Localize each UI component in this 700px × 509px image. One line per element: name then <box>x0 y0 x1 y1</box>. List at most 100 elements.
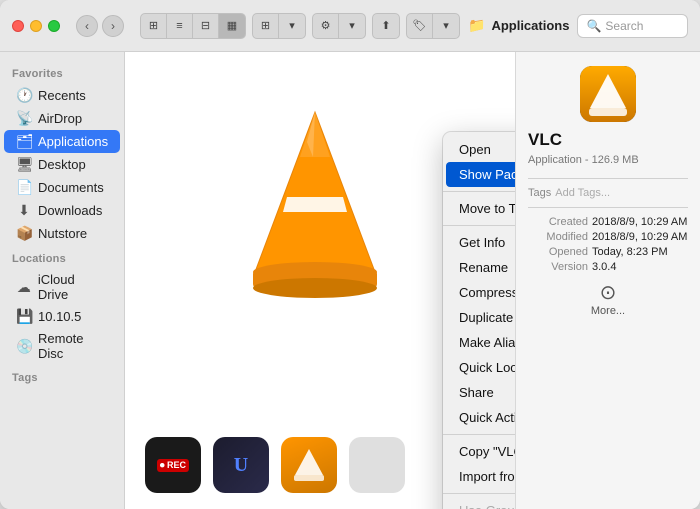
ctx-divider-1 <box>443 191 515 192</box>
version-value: 3.0.4 <box>592 261 688 273</box>
sidebar-label-icloud: iCloud Drive <box>38 272 108 302</box>
file-area: ⏺ REC U Open Show P <box>125 52 515 509</box>
app-icon-large <box>580 66 636 122</box>
desktop-icon: 🖥 <box>16 156 32 173</box>
version-label: Version <box>528 261 588 273</box>
tags-add-btn[interactable]: Add Tags... <box>555 187 610 199</box>
sidebar-item-documents[interactable]: 📄 Documents <box>4 176 120 199</box>
arrange-btn[interactable]: ⊞ <box>253 14 279 38</box>
drive-icon: 💾 <box>16 308 32 325</box>
close-button[interactable] <box>12 20 24 32</box>
title-area: 📁 Applications <box>468 17 569 34</box>
sidebar-label-desktop: Desktop <box>38 157 86 172</box>
ctx-copy[interactable]: Copy "VLC" <box>443 439 515 464</box>
vlc-app-icon[interactable] <box>281 437 337 493</box>
toolbar-icons: ⊞ ≡ ⊟ ▦ ⊞ ▾ ⚙ ▾ ⬆ 🏷 ▾ <box>140 13 460 39</box>
fullscreen-button[interactable] <box>48 20 60 32</box>
ctx-quick-actions[interactable]: Quick Actions ▶ <box>443 405 515 430</box>
gallery-view-btn[interactable]: ▦ <box>219 14 245 38</box>
info-divider-1 <box>528 178 688 179</box>
back-button[interactable]: ‹ <box>76 15 98 37</box>
minimize-button[interactable] <box>30 20 42 32</box>
share-btn-group: ⬆ <box>372 13 400 39</box>
tag-dropdown[interactable]: ▾ <box>433 14 459 38</box>
sidebar-label-documents: Documents <box>38 180 104 195</box>
list-view-btn[interactable]: ≡ <box>167 14 193 38</box>
vlc-cone-large <box>235 102 395 305</box>
opened-row: Opened Today, 8:23 PM <box>528 246 688 258</box>
sidebar-item-desktop[interactable]: 🖥 Desktop <box>4 153 120 176</box>
applications-icon: 🗂 <box>16 133 32 150</box>
rec-app-icon[interactable]: ⏺ REC <box>145 437 201 493</box>
ctx-rename[interactable]: Rename <box>443 255 515 280</box>
column-view-btn[interactable]: ⊟ <box>193 14 219 38</box>
more-label: More... <box>591 305 625 317</box>
sidebar-label-remote-disc: Remote Disc <box>38 331 108 361</box>
created-value: 2018/8/9, 10:29 AM <box>592 216 688 228</box>
context-menu: Open Show Package Contents Move to Trash… <box>443 132 515 509</box>
sidebar-item-10105[interactable]: 💾 10.10.5 <box>4 305 120 328</box>
opened-value: Today, 8:23 PM <box>592 246 688 258</box>
sidebar-item-airdrop[interactable]: 📡 AirDrop <box>4 107 120 130</box>
recents-icon: 🕐 <box>16 87 32 104</box>
tags-row: Tags Add Tags... <box>528 187 688 199</box>
locations-label: Locations <box>0 245 124 269</box>
created-row: Created 2018/8/9, 10:29 AM <box>528 216 688 228</box>
main-area: Favorites 🕐 Recents 📡 AirDrop 🗂 Applicat… <box>0 52 700 509</box>
info-panel: VLC Application - 126.9 MB Tags Add Tags… <box>515 52 700 509</box>
sidebar-label-applications: Applications <box>38 134 108 149</box>
downloads-icon: ⬇ <box>16 202 32 219</box>
group-btn: ⊞ ▾ <box>252 13 306 39</box>
action-btn: ⚙ ▾ <box>312 13 366 39</box>
nutstore-icon: 📦 <box>16 225 32 242</box>
modified-value: 2018/8/9, 10:29 AM <box>592 231 688 243</box>
tag-icon[interactable]: 🏷 <box>407 14 433 38</box>
ctx-show-package[interactable]: Show Package Contents <box>446 162 515 187</box>
ctx-share[interactable]: Share ▶ <box>443 380 515 405</box>
ctx-open[interactable]: Open <box>443 137 515 162</box>
search-box[interactable]: 🔍 Search <box>577 14 688 38</box>
arrange-dropdown[interactable]: ▾ <box>279 14 305 38</box>
disc-icon: 💿 <box>16 338 32 355</box>
sidebar-item-downloads[interactable]: ⬇ Downloads <box>4 199 120 222</box>
tags-section-label: Tags <box>528 187 551 199</box>
sidebar-label-nutstore: Nutstore <box>38 226 87 241</box>
view-group: ⊞ ≡ ⊟ ▦ <box>140 13 246 39</box>
sidebar: Favorites 🕐 Recents 📡 AirDrop 🗂 Applicat… <box>0 52 125 509</box>
icon-view-btn[interactable]: ⊞ <box>141 14 167 38</box>
sidebar-item-applications[interactable]: 🗂 Applications <box>4 130 120 153</box>
forward-button[interactable]: › <box>102 15 124 37</box>
ctx-quick-look[interactable]: Quick Look "VLC" <box>443 355 515 380</box>
ctx-import-iphone[interactable]: Import from iPhone or iPad ▶ <box>443 464 515 489</box>
ctx-make-alias[interactable]: Make Alias <box>443 330 515 355</box>
sidebar-item-recents[interactable]: 🕐 Recents <box>4 84 120 107</box>
search-placeholder: Search <box>605 19 643 33</box>
search-icon: 🔍 <box>586 19 601 33</box>
airdrop-icon: 📡 <box>16 110 32 127</box>
gear-dropdown[interactable]: ▾ <box>339 14 365 38</box>
ctx-divider-2 <box>443 225 515 226</box>
ctx-get-info[interactable]: Get Info <box>443 230 515 255</box>
documents-icon: 📄 <box>16 179 32 196</box>
favorites-label: Favorites <box>0 60 124 84</box>
ctx-compress[interactable]: Compress "VLC" <box>443 280 515 305</box>
bottom-icons: ⏺ REC U <box>145 437 405 493</box>
finder-window: ‹ › ⊞ ≡ ⊟ ▦ ⊞ ▾ ⚙ ▾ ⬆ 🏷 ▾ <box>0 0 700 509</box>
sidebar-label-downloads: Downloads <box>38 203 102 218</box>
opened-label: Opened <box>528 246 588 258</box>
app-subtitle: Application - 126.9 MB <box>528 154 688 166</box>
ctx-move-trash[interactable]: Move to Trash <box>443 196 515 221</box>
gear-icon[interactable]: ⚙ <box>313 14 339 38</box>
sidebar-item-remote-disc[interactable]: 💿 Remote Disc <box>4 328 120 364</box>
share-icon[interactable]: ⬆ <box>373 14 399 38</box>
ctx-use-groups: Use Groups <box>443 498 515 509</box>
more-button[interactable]: ⊙ More... <box>528 283 688 317</box>
placeholder-app-icon <box>349 437 405 493</box>
sidebar-item-nutstore[interactable]: 📦 Nutstore <box>4 222 120 245</box>
version-row: Version 3.0.4 <box>528 261 688 273</box>
ctx-divider-3 <box>443 434 515 435</box>
traffic-lights <box>12 20 60 32</box>
sidebar-item-icloud[interactable]: ☁ iCloud Drive <box>4 269 120 305</box>
utm-app-icon[interactable]: U <box>213 437 269 493</box>
ctx-duplicate[interactable]: Duplicate <box>443 305 515 330</box>
